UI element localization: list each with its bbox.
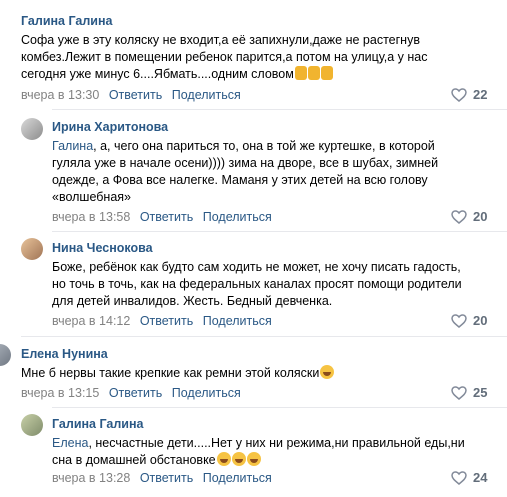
divider xyxy=(21,336,507,337)
thumbs-down-emoji xyxy=(320,66,333,80)
share-button[interactable]: Поделиться xyxy=(172,88,241,102)
comment-author[interactable]: Елена Нунина xyxy=(21,347,108,361)
heart-outline-icon xyxy=(451,87,467,102)
like-count: 20 xyxy=(473,313,488,328)
comment-meta: вчера в 13:58 Ответить Поделиться xyxy=(52,210,272,224)
heart-outline-icon xyxy=(451,385,467,400)
divider xyxy=(52,407,507,408)
comment-date[interactable]: вчера в 13:15 xyxy=(21,386,99,400)
comment-author[interactable]: Галина Галина xyxy=(21,14,112,28)
heart-outline-icon xyxy=(451,313,467,328)
like-button[interactable]: 20 xyxy=(451,313,487,328)
like-count: 24 xyxy=(473,470,488,485)
rolling-laughing-emoji xyxy=(231,452,246,466)
share-button[interactable]: Поделиться xyxy=(172,386,241,400)
avatar[interactable] xyxy=(21,118,43,140)
like-count: 25 xyxy=(473,385,488,400)
comment-meta: вчера в 14:12 Ответить Поделиться xyxy=(52,314,272,328)
avatar[interactable] xyxy=(21,414,43,436)
like-count: 20 xyxy=(473,209,488,224)
divider xyxy=(52,109,507,110)
like-button[interactable]: 20 xyxy=(451,209,487,224)
comment-date[interactable]: вчера в 14:12 xyxy=(52,314,130,328)
mention-link[interactable]: Галина xyxy=(52,139,93,153)
reply-button[interactable]: Ответить xyxy=(140,210,193,224)
like-count: 22 xyxy=(473,87,488,102)
rolling-laughing-emoji xyxy=(216,452,231,466)
share-button[interactable]: Поделиться xyxy=(203,471,272,485)
comment-text: Мне б нервы такие крепкие как ремни этой… xyxy=(21,365,491,382)
comment-date[interactable]: вчера в 13:30 xyxy=(21,88,99,102)
like-button[interactable]: 25 xyxy=(451,385,487,400)
comment-author[interactable]: Галина Галина xyxy=(52,417,143,431)
comment-text: Елена, несчастные дети.....Нет у них ни … xyxy=(52,436,465,467)
reply-button[interactable]: Ответить xyxy=(140,314,193,328)
mention-link[interactable]: Елена xyxy=(52,436,88,450)
comment-meta: вчера в 13:30 Ответить Поделиться xyxy=(21,88,241,102)
heart-outline-icon xyxy=(451,209,467,224)
comment-date[interactable]: вчера в 13:58 xyxy=(52,210,130,224)
comment-text: Боже, ребёнок как будто сам ходить не мо… xyxy=(52,260,462,308)
comment-meta: вчера в 13:15 Ответить Поделиться xyxy=(21,386,241,400)
rolling-laughing-emoji xyxy=(246,452,261,466)
reply-button[interactable]: Ответить xyxy=(109,88,162,102)
avatar[interactable] xyxy=(0,344,11,366)
like-button[interactable]: 22 xyxy=(451,87,487,102)
thumbs-down-emoji xyxy=(294,66,307,80)
like-button[interactable]: 24 xyxy=(451,470,487,485)
reply-button[interactable]: Ответить xyxy=(140,471,193,485)
comment-author[interactable]: Ирина Харитонова xyxy=(52,120,168,134)
comment-meta: вчера в 13:28 Ответить Поделиться xyxy=(52,471,272,485)
heart-outline-icon xyxy=(451,470,467,485)
share-button[interactable]: Поделиться xyxy=(203,314,272,328)
reply-button[interactable]: Ответить xyxy=(109,386,162,400)
avatar[interactable] xyxy=(21,238,43,260)
thumbs-down-emoji xyxy=(307,66,320,80)
rolling-laughing-emoji xyxy=(320,365,335,379)
comment-author[interactable]: Нина Чеснокова xyxy=(52,241,153,255)
share-button[interactable]: Поделиться xyxy=(203,210,272,224)
divider xyxy=(52,231,507,232)
comment-text: Софа уже в эту коляску не входит,а её за… xyxy=(21,33,428,81)
comment-text: Галина, а, чего она париться то, она в т… xyxy=(52,139,439,204)
comment-date[interactable]: вчера в 13:28 xyxy=(52,471,130,485)
